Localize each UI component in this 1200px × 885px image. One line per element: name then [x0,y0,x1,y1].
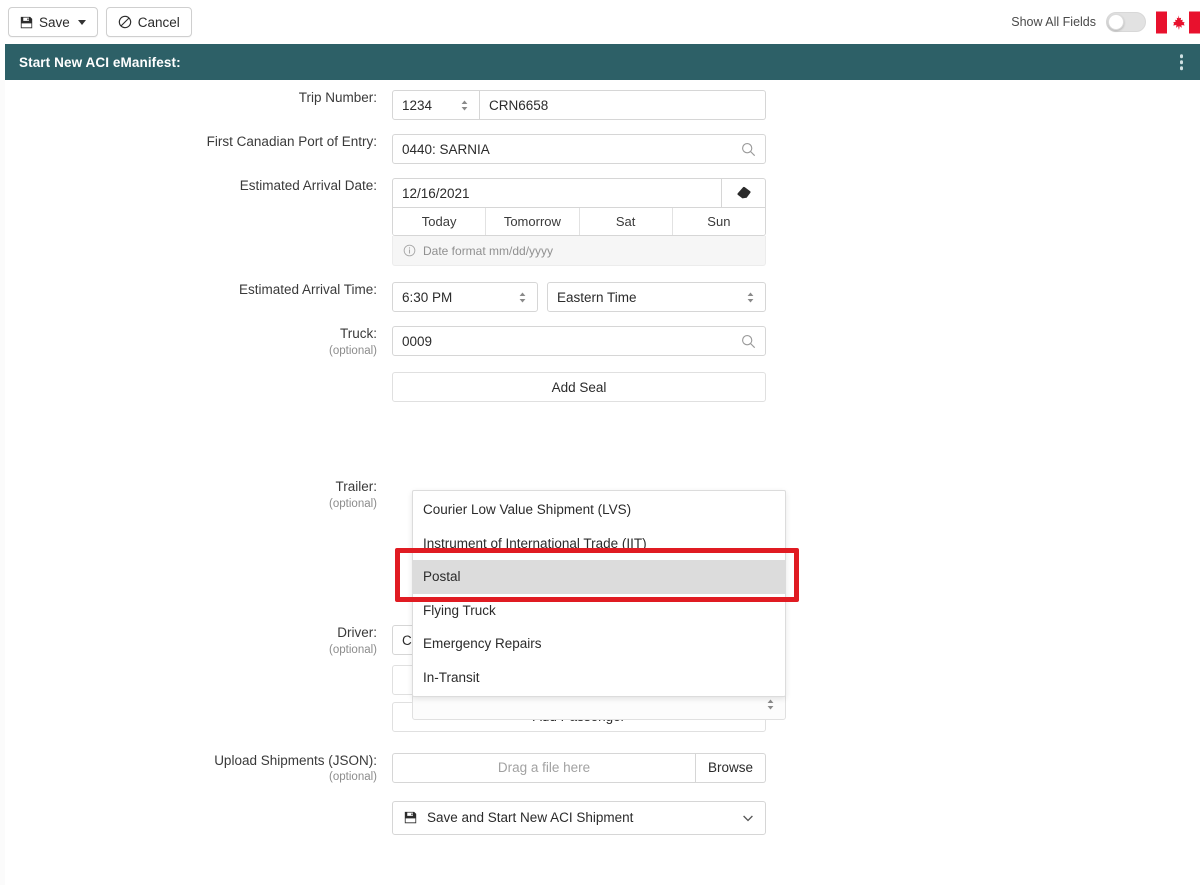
arrival-date-label: Estimated Arrival Date: [5,178,392,195]
add-seal-button[interactable]: Add Seal [392,372,766,402]
file-drop-placeholder: Drag a file here [498,760,590,775]
trip-number-value: 1234 [402,98,432,113]
dropdown-option-courier-lvs[interactable]: Courier Low Value Shipment (LVS) [413,493,785,527]
truck-optional-text: (optional) [5,344,377,358]
crn-input[interactable]: CRN6658 [480,90,766,120]
quick-date-sun[interactable]: Sun [673,208,765,235]
driver-optional-text: (optional) [5,643,377,657]
toolbar-right-group: Show All Fields [1011,0,1200,44]
cancel-button[interactable]: Cancel [106,7,192,37]
field-row-truck: Truck: (optional) 0009 [5,326,1200,358]
toolbar-button-group: Save Cancel [8,7,192,37]
trailer-label-text: Trailer: [335,479,377,494]
timezone-stepper[interactable] [745,290,756,305]
kebab-menu-icon[interactable] [1177,51,1187,73]
crn-value: CRN6658 [489,98,548,113]
floppy-disk-icon [20,16,33,29]
arrival-date-controls: 12/16/2021 Today Tomorrow Sat Sun [392,178,766,266]
dropdown-option-emergency-repairs[interactable]: Emergency Repairs [413,627,785,661]
floppy-disk-icon [404,811,417,824]
arrival-time-controls: 6:30 PM Eastern Time [392,282,766,312]
upload-label-text: Upload Shipments (JSON): [214,753,377,768]
save-button-label: Save [39,15,70,30]
truck-controls: 0009 [392,326,766,356]
dropdown-option-iit[interactable]: Instrument of International Trade (IIT) [413,527,785,561]
trip-number-stepper[interactable] [459,98,470,113]
page-title: Start New ACI eManifest: [19,55,181,70]
arrival-time-stepper[interactable] [517,290,528,305]
trailer-type-dropdown-list: Courier Low Value Shipment (LVS) Instrum… [412,490,786,697]
timezone-select[interactable]: Eastern Time [547,282,766,312]
save-action-label: Save and Start New ACI Shipment [427,810,633,825]
trailer-label: Trailer: (optional) [5,416,392,511]
field-row-trip-number: Trip Number: 1234 CRN6658 [5,90,1200,120]
search-icon[interactable] [741,142,756,157]
eraser-icon [736,185,752,201]
upload-label: Upload Shipments (JSON): (optional) [5,753,392,785]
field-row-port-of-entry: First Canadian Port of Entry: 0440: SARN… [5,134,1200,164]
search-icon[interactable] [741,334,756,349]
field-row-upload: Upload Shipments (JSON): (optional) Drag… [5,753,1200,785]
field-row-save-action: Save and Start New ACI Shipment [5,801,1200,835]
port-of-entry-value: 0440: SARNIA [402,142,490,157]
chevron-down-icon [78,20,86,25]
info-circle-icon [403,244,416,257]
field-row-arrival-time: Estimated Arrival Time: 6:30 PM Easte [5,282,1200,312]
add-seal-controls: Add Seal [392,372,766,402]
canada-flag-icon [1156,8,1200,37]
field-row-add-seal: Add Seal [5,372,1200,402]
port-of-entry-label: First Canadian Port of Entry: [5,134,392,151]
toggle-knob [1108,14,1124,30]
truck-label-text: Truck: [340,326,377,341]
arrival-time-value: 6:30 PM [402,290,452,305]
arrival-date-value: 12/16/2021 [402,186,470,201]
browse-button[interactable]: Browse [696,753,766,783]
clear-date-button[interactable] [722,178,766,208]
no-entry-icon [118,15,132,29]
trip-number-input[interactable]: 1234 [392,90,480,120]
upload-optional-text: (optional) [5,770,377,784]
upload-controls: Drag a file here Browse [392,753,766,783]
chevron-down-icon [742,812,754,824]
arrival-time-select[interactable]: 6:30 PM [392,282,538,312]
port-of-entry-controls: 0440: SARNIA [392,134,766,164]
dropdown-option-flying-truck[interactable]: Flying Truck [413,594,785,628]
cancel-button-label: Cancel [138,15,180,30]
save-action-controls: Save and Start New ACI Shipment [392,801,766,835]
truck-value: 0009 [402,334,432,349]
save-button[interactable]: Save [8,7,98,37]
trailer-optional-text: (optional) [5,497,377,511]
truck-label: Truck: (optional) [5,326,392,358]
quick-date-buttons: Today Tomorrow Sat Sun [392,208,766,236]
trailer-secondary-stepper[interactable] [765,697,776,712]
show-all-fields-label: Show All Fields [1011,15,1096,29]
top-toolbar: Save Cancel Show All Fields [0,0,1200,44]
timezone-value: Eastern Time [557,290,637,305]
file-drop-zone[interactable]: Drag a file here [392,753,696,783]
arrival-time-label: Estimated Arrival Time: [5,282,392,299]
date-format-hint: Date format mm/dd/yyyy [392,236,766,266]
trip-number-label: Trip Number: [5,90,392,107]
emanifest-form: Trip Number: 1234 CRN6658 [5,80,1200,835]
trip-number-controls: 1234 CRN6658 [392,90,766,120]
arrival-date-input[interactable]: 12/16/2021 [392,178,722,208]
truck-input[interactable]: 0009 [392,326,766,356]
show-all-fields-toggle[interactable] [1106,12,1146,32]
save-and-start-new-shipment-select[interactable]: Save and Start New ACI Shipment [392,801,766,835]
driver-label-text: Driver: [337,625,377,640]
driver-label: Driver: (optional) [5,625,392,657]
dropdown-option-postal[interactable]: Postal [413,560,785,594]
dropdown-option-in-transit[interactable]: In-Transit [413,661,785,695]
quick-date-tomorrow[interactable]: Tomorrow [486,208,579,235]
date-format-hint-text: Date format mm/dd/yyyy [423,244,553,258]
section-header-bar: Start New ACI eManifest: [5,44,1200,80]
port-of-entry-input[interactable]: 0440: SARNIA [392,134,766,164]
quick-date-today[interactable]: Today [393,208,486,235]
field-row-arrival-date: Estimated Arrival Date: 12/16/2021 [5,178,1200,266]
form-page: Trip Number: 1234 CRN6658 [0,80,1200,885]
quick-date-sat[interactable]: Sat [580,208,673,235]
